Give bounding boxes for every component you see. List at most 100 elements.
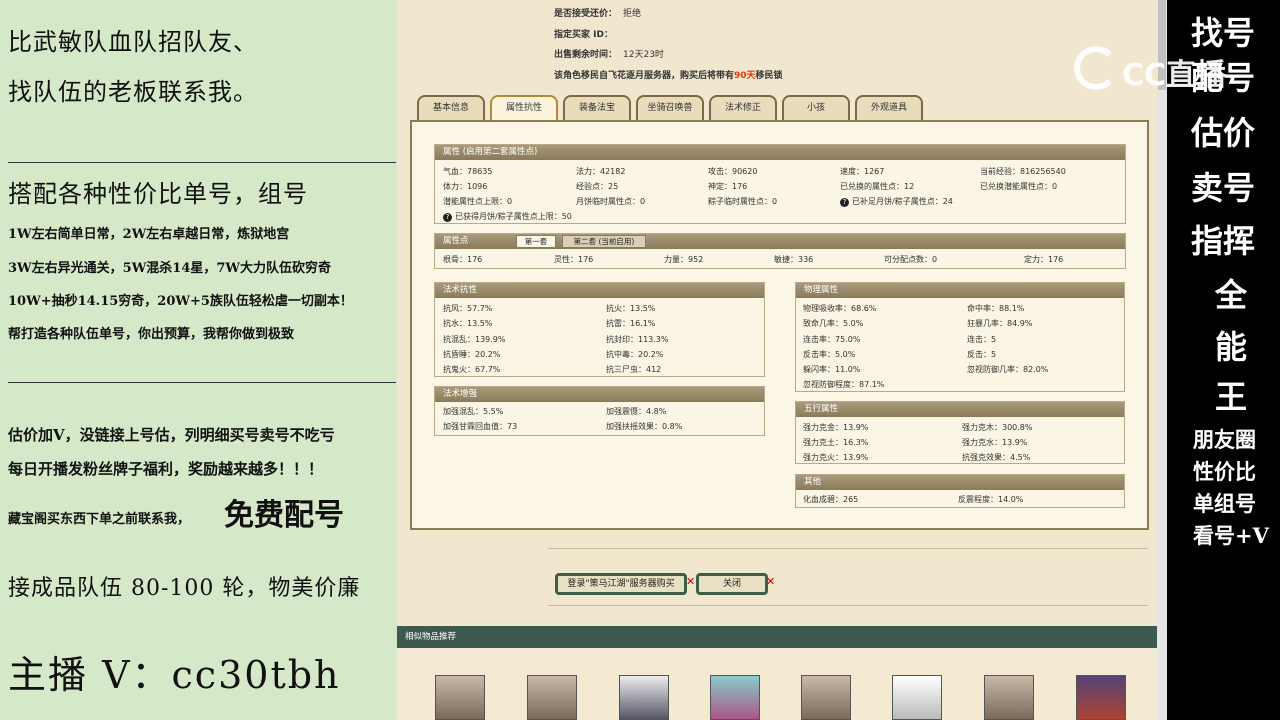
resist-value: 抗昏睡：20.2%	[443, 350, 501, 359]
vertical-text: 估价	[1191, 114, 1256, 152]
resist-value: 抗火：13.5%	[606, 304, 656, 313]
promo-line-1: 比武敏队血队招队友、	[8, 28, 258, 56]
buyer-id-row: 指定买家 ID：	[554, 30, 613, 40]
attr-section-title: 属性 (启用第二套属性点)	[435, 145, 1125, 160]
promo-panel-right: 找号 配号 估价 卖号 指挥 全 能 王 朋友圈 性价比 单组号 看号+V	[1167, 0, 1280, 720]
resist-value: 抗雷：16.1%	[606, 319, 656, 328]
tab-attributes[interactable]: 属性抗性	[490, 95, 558, 121]
item-avatar[interactable]	[527, 675, 577, 720]
similar-items-header: 相似物品推荐	[397, 626, 1157, 648]
divider	[8, 382, 396, 383]
tab-appearance[interactable]: 外观道具	[855, 95, 923, 121]
wuxing-value: 抗强克效果：4.5%	[962, 453, 1031, 462]
promo-line-5: 3W左右异光通关，5W混杀14星，7W大力队伍砍穷奇	[8, 261, 332, 276]
tab-mounts-pets[interactable]: 坐骑召唤兽	[636, 95, 704, 121]
vertical-text: 能	[1215, 328, 1248, 366]
close-button[interactable]: 关闭	[696, 573, 768, 595]
attr-value: 潜能属性点上限：0	[443, 197, 513, 206]
attr-value: 当前经验：816256540	[980, 167, 1066, 176]
attr-value: 体力：1096	[443, 182, 488, 191]
physical-value: 躲闪率：11.0%	[803, 365, 861, 374]
enhance-value: 加强混乱：5.5%	[443, 407, 504, 416]
attr-value: 月饼临时属性点：0	[576, 197, 646, 206]
vertical-text: 卖号	[1191, 169, 1256, 207]
bargain-row: 是否接受还价： 拒绝	[554, 9, 642, 19]
resist-value: 抗鬼火：67.7%	[443, 365, 501, 374]
vertical-text: 全	[1215, 276, 1248, 314]
vertical-text: 性价比	[1193, 459, 1256, 484]
help-icon[interactable]: ?	[840, 198, 849, 207]
physical-value: 忽视防御程度：87.1%	[803, 380, 885, 389]
physical-value: 反击：5	[967, 350, 997, 359]
physical-section-title: 物理属性	[796, 283, 1124, 298]
item-avatar[interactable]	[801, 675, 851, 720]
item-avatar[interactable]	[892, 675, 942, 720]
points-value: 可分配点数：0	[884, 255, 938, 264]
wuxing-value: 强力克木：300.8%	[962, 423, 1033, 432]
other-section-title: 其他	[796, 475, 1124, 490]
tab-children[interactable]: 小孩	[782, 95, 850, 121]
physical-value: 连击：5	[967, 335, 997, 344]
enhance-value: 加强扶摇效果：0.8%	[606, 422, 683, 431]
enhance-value: 加强甘霖回血值：73	[443, 422, 518, 431]
cc-logo-icon	[1074, 46, 1118, 90]
item-avatar[interactable]	[619, 675, 669, 720]
attr-value: 速度：1267	[840, 167, 885, 176]
physical-value: 忽视防御几率：82.0%	[967, 365, 1049, 374]
subtab-set-1[interactable]: 第一套	[516, 235, 556, 248]
promo-free-match: 免费配号	[224, 498, 344, 533]
enhance-section-title: 法术增强	[435, 387, 764, 402]
attr-value: ? 已获得月饼/粽子属性点上限：50	[443, 211, 572, 222]
points-value: 灵性：176	[554, 255, 594, 264]
close-x-icon: ✕	[686, 575, 696, 588]
attr-value: 神定：176	[708, 182, 748, 191]
tab-equipment[interactable]: 装备法宝	[563, 95, 631, 121]
divider	[548, 548, 1148, 549]
item-avatar[interactable]	[435, 675, 485, 720]
tab-basic-info[interactable]: 基本信息	[417, 95, 485, 121]
attr-value: 攻击：90620	[708, 167, 758, 176]
item-avatar[interactable]	[710, 675, 760, 720]
promo-line-4: 1W左右简单日常，2W左右卓越日常，炼狱地宫	[8, 227, 290, 242]
scrollbar[interactable]	[1157, 0, 1167, 720]
physical-value: 反击率：5.0%	[803, 350, 856, 359]
tab-spell-mods[interactable]: 法术修正	[709, 95, 777, 121]
resist-value: 抗水：13.5%	[443, 319, 493, 328]
wuxing-section-title: 五行属性	[796, 402, 1124, 417]
points-value: 根骨：176	[443, 255, 483, 264]
physical-value: 命中率：88.1%	[967, 304, 1025, 313]
resist-section-title: 法术抗性	[435, 283, 764, 298]
promo-line-10a: 藏宝阁买东西下单之前联系我，	[8, 512, 191, 527]
resist-value: 抗封印：113.3%	[606, 335, 669, 344]
wuxing-value: 强力克水：13.9%	[962, 438, 1028, 447]
divider	[8, 162, 396, 163]
subtab-set-2[interactable]: 第二套 (当前启用)	[562, 235, 646, 248]
resist-value: 抗三尸虫：412	[606, 365, 662, 374]
resist-value: 抗混乱：139.9%	[443, 335, 506, 344]
resist-value: 抗中毒：20.2%	[606, 350, 664, 359]
cc-logo-text: CC直播	[1122, 58, 1227, 93]
help-icon[interactable]: ?	[443, 213, 452, 222]
item-avatar[interactable]	[1076, 675, 1126, 720]
promo-line-6: 10W+抽秒14.15穷奇，20W+5族队伍轻松虐一切副本！	[8, 294, 353, 309]
item-avatar[interactable]	[984, 675, 1034, 720]
promo-line-9: 每日开播发粉丝牌子福利，奖励越来越多！！！	[8, 460, 324, 478]
promo-line-3: 搭配各种性价比单号，组号	[8, 180, 308, 208]
points-value: 定力：176	[1024, 255, 1064, 264]
cc-live-logo: CC直播	[1070, 42, 1240, 94]
attr-value: 法力：42182	[576, 167, 626, 176]
vertical-text: 王	[1215, 378, 1248, 416]
attr-value: 气血：78635	[443, 167, 493, 176]
promo-line-2: 找队伍的老板联系我。	[8, 78, 258, 106]
resist-section: 法术抗性	[434, 282, 765, 377]
points-value: 敏捷：336	[774, 255, 814, 264]
points-value: 力量：952	[664, 255, 704, 264]
attr-value: 已兑换的属性点：12	[840, 182, 915, 191]
promo-contact: 主播 V：cc30tbh	[8, 653, 341, 697]
attr-value: 粽子临时属性点：0	[708, 197, 778, 206]
enhance-value: 加强震慑：4.8%	[606, 407, 667, 416]
login-buy-button[interactable]: 登录"策马江湖"服务器购买	[555, 573, 687, 595]
resist-value: 抗风：57.7%	[443, 304, 493, 313]
vertical-text: 指挥	[1191, 222, 1256, 260]
promo-line-8: 估价加V，没链接上号估，列明细买号卖号不吃亏	[8, 426, 335, 444]
